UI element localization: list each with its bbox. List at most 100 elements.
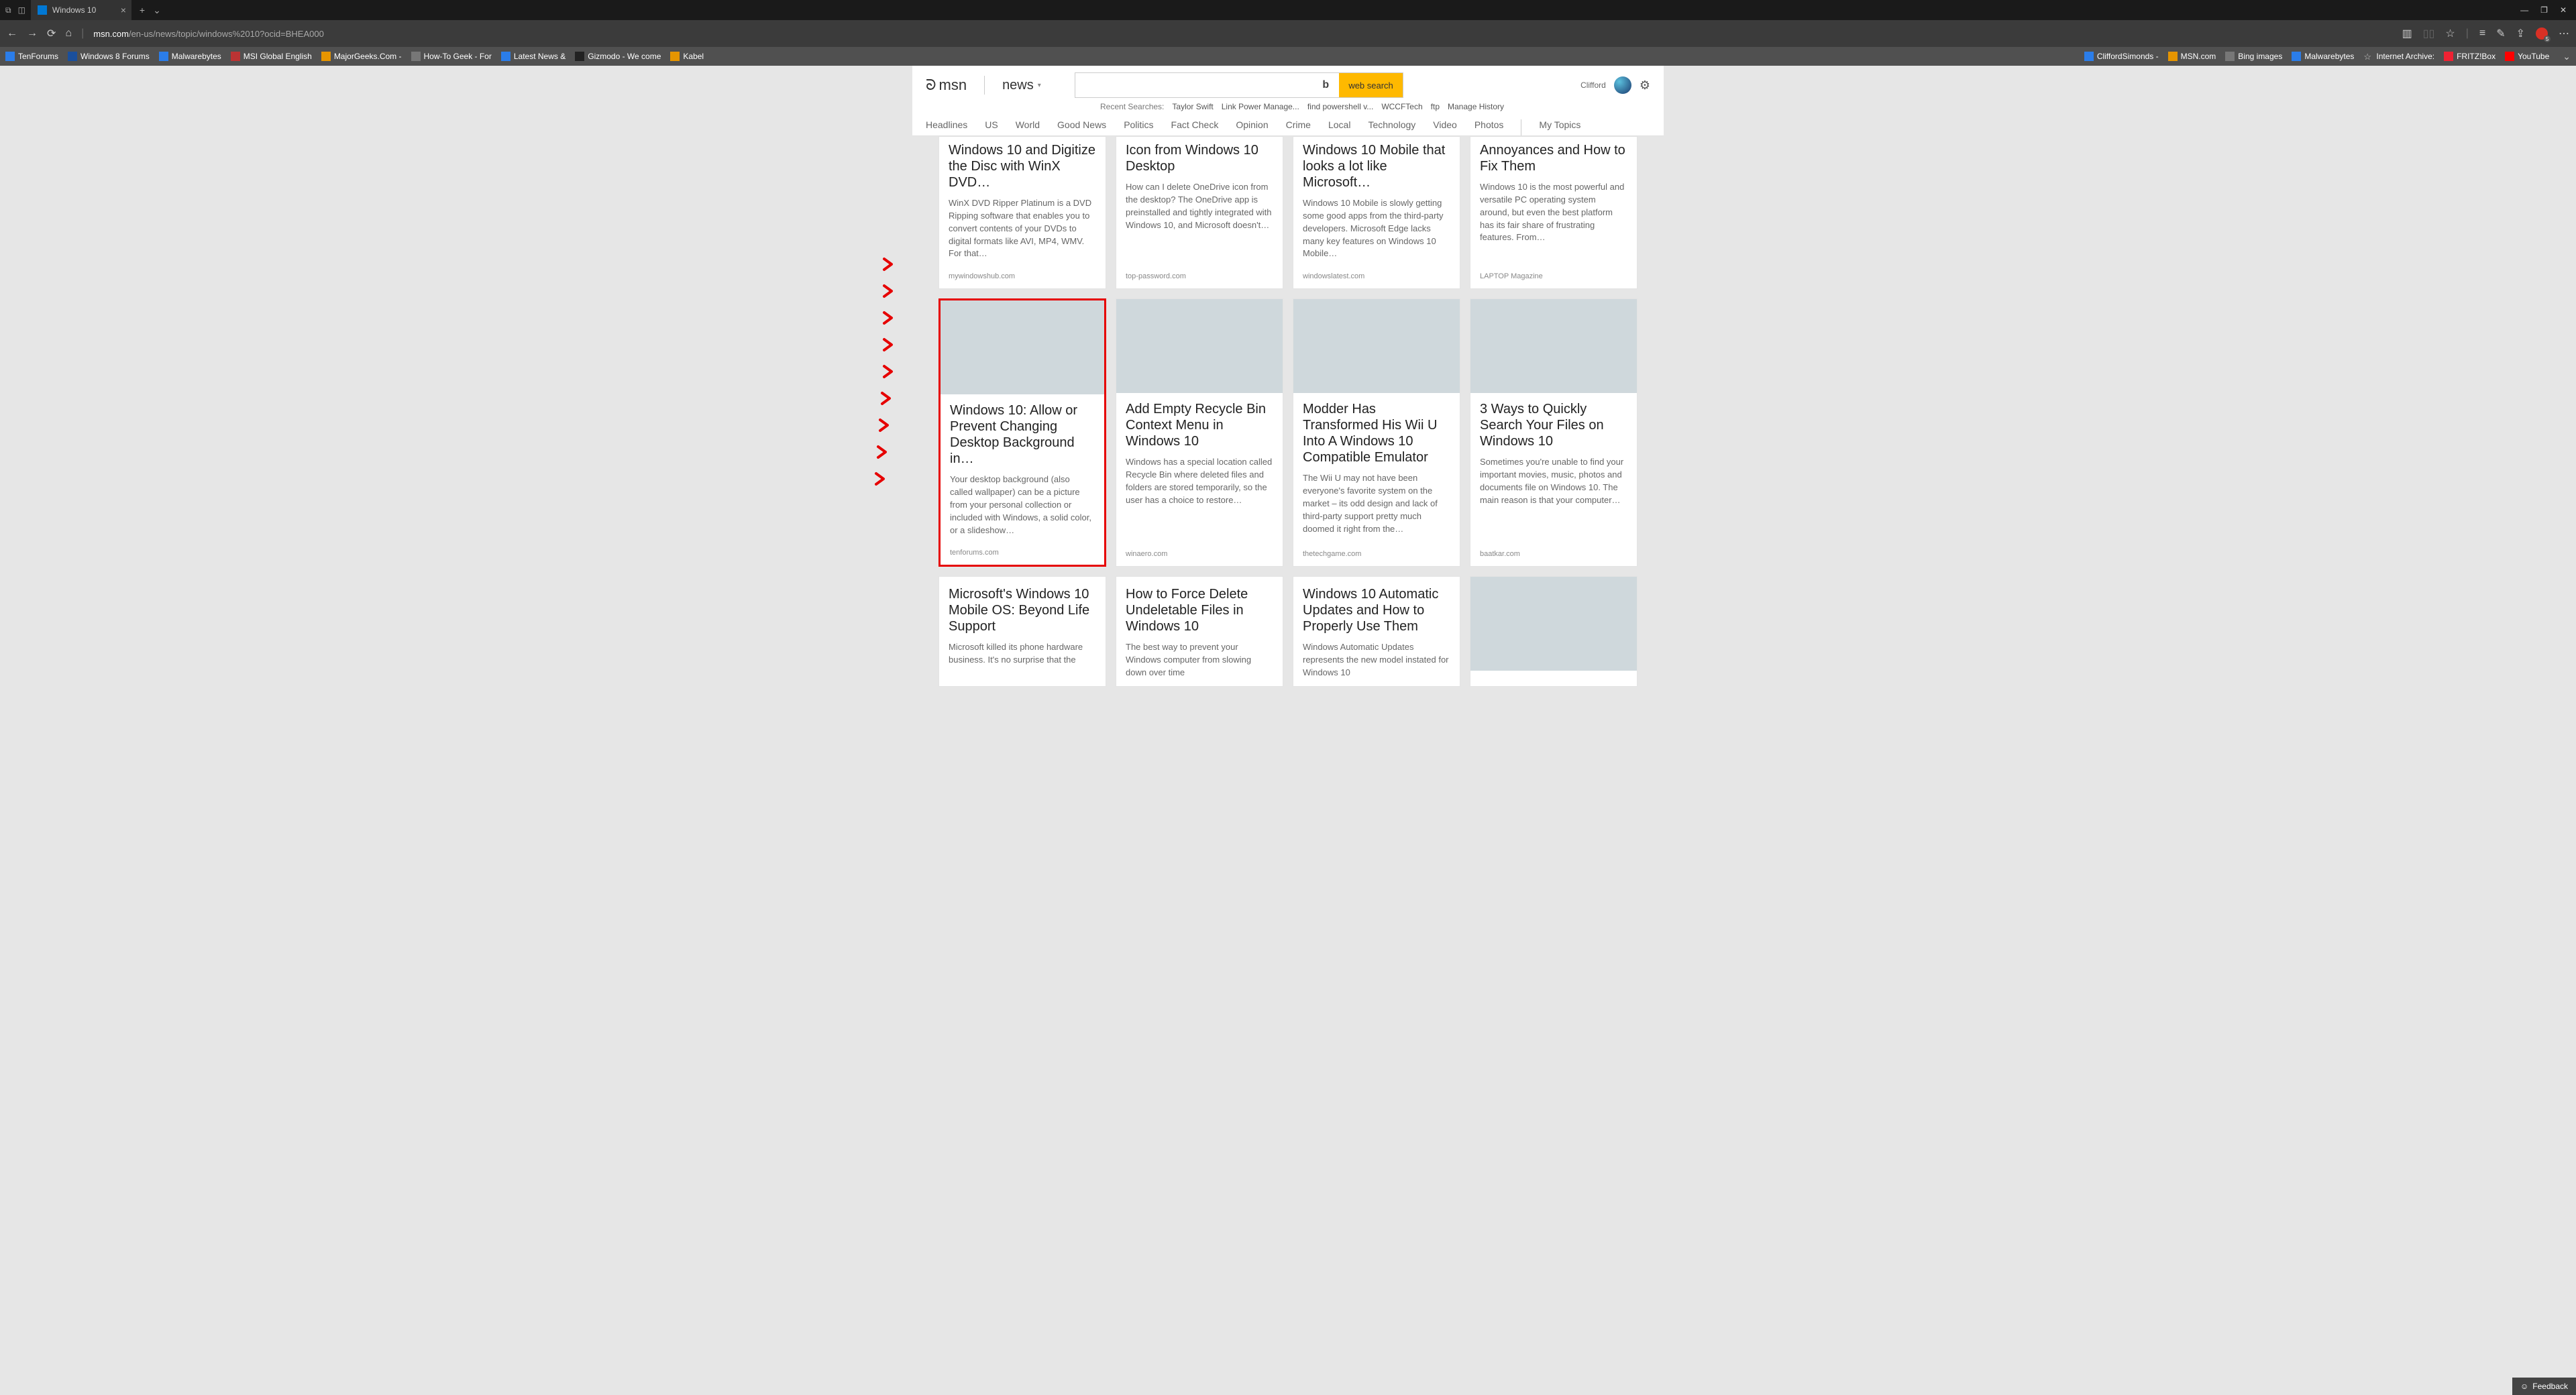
- recent-search-link[interactable]: Manage History: [1448, 102, 1504, 111]
- article-card[interactable]: Microsoft's Windows 10 Mobile OS: Beyond…: [938, 576, 1106, 687]
- tabs-preview-icon[interactable]: ◫: [18, 5, 25, 15]
- nav-item[interactable]: Video: [1433, 119, 1457, 135]
- article-card[interactable]: [1470, 576, 1638, 687]
- close-window-icon[interactable]: ✕: [2560, 5, 2567, 15]
- user-area: Clifford ⚙: [1580, 76, 1650, 94]
- favorite-item[interactable]: Windows 8 Forums: [68, 52, 150, 61]
- nav-item[interactable]: Crime: [1286, 119, 1311, 135]
- msn-header: ᘐ msn news ▾ b web search Clifford ⚙: [912, 66, 1664, 136]
- bing-search-icon[interactable]: b: [1312, 73, 1339, 97]
- nav-my-topics[interactable]: My Topics: [1539, 119, 1580, 135]
- nav-item[interactable]: World: [1016, 119, 1040, 135]
- favorite-item[interactable]: MajorGeeks.Com -: [321, 52, 402, 61]
- chevron-right-icon: [873, 471, 888, 486]
- maximize-icon[interactable]: ❐: [2540, 5, 2548, 15]
- favorite-item[interactable]: Kabel: [670, 52, 704, 61]
- favorite-label: FRITZ!Box: [2457, 52, 2496, 61]
- tab-close-icon[interactable]: ×: [121, 5, 126, 15]
- article-card[interactable]: Windows 10 Automatic Updates and How to …: [1293, 576, 1460, 687]
- web-search-button[interactable]: web search: [1339, 73, 1402, 97]
- favorite-label: Malwarebytes: [2304, 52, 2354, 61]
- nav-item[interactable]: Good News: [1057, 119, 1106, 135]
- favorite-favicon: [670, 52, 680, 61]
- article-card[interactable]: Add Empty Recycle Bin Context Menu in Wi…: [1116, 298, 1283, 567]
- page-viewport: ᘐ msn news ▾ b web search Clifford ⚙: [0, 66, 2576, 696]
- card-desc: Your desktop background (also called wal…: [950, 473, 1095, 537]
- card-title: 3 Ways to Quickly Search Your Files on W…: [1480, 401, 1627, 449]
- favorite-item[interactable]: FRITZ!Box: [2444, 52, 2496, 61]
- tab-favicon: [38, 5, 47, 15]
- browser-toolbar: ← → ⟳ ⌂ | msn.com/en-us/news/topic/windo…: [0, 20, 2576, 47]
- nav-item[interactable]: Technology: [1368, 119, 1415, 135]
- article-card[interactable]: How to Force Delete Undeletable Files in…: [1116, 576, 1283, 687]
- minimize-icon[interactable]: —: [2520, 5, 2528, 15]
- reading-view-icon[interactable]: ▯▯: [2423, 27, 2435, 40]
- nav-item[interactable]: Opinion: [1236, 119, 1268, 135]
- recent-search-link[interactable]: ftp: [1431, 102, 1440, 111]
- favorite-label: How-To Geek - For: [424, 52, 492, 61]
- recent-search-link[interactable]: find powershell v...: [1307, 102, 1374, 111]
- chevron-right-icon: [881, 257, 896, 272]
- favorites-overflow-icon[interactable]: ⌄: [2563, 51, 2571, 62]
- nav-item[interactable]: Politics: [1124, 119, 1153, 135]
- tracking-prevention-icon[interactable]: ▥: [2402, 27, 2412, 40]
- browser-tab-active[interactable]: Windows 10 ×: [31, 0, 131, 20]
- favorite-item[interactable]: Latest News &: [501, 52, 566, 61]
- article-card[interactable]: Icon from Windows 10 DesktopHow can I de…: [1116, 136, 1283, 289]
- nav-item[interactable]: Photos: [1474, 119, 1504, 135]
- article-card[interactable]: Annoyances and How to Fix ThemWindows 10…: [1470, 136, 1638, 289]
- address-bar[interactable]: msn.com/en-us/news/topic/windows%2010?oc…: [93, 29, 324, 39]
- favorite-item[interactable]: CliffordSimonds -: [2084, 52, 2159, 61]
- section-label: news: [1002, 78, 1034, 93]
- favorite-item[interactable]: MSN.com: [2168, 52, 2216, 61]
- user-name[interactable]: Clifford: [1580, 80, 1606, 90]
- forward-icon[interactable]: →: [27, 27, 38, 40]
- favorite-item[interactable]: ☆Internet Archive:: [2363, 52, 2434, 61]
- notes-icon[interactable]: ✎: [2496, 27, 2505, 40]
- recent-search-link[interactable]: Link Power Manage...: [1222, 102, 1299, 111]
- favorite-item[interactable]: How-To Geek - For: [411, 52, 492, 61]
- tabs-aside-icon[interactable]: ⧉: [5, 5, 11, 15]
- profile-icon[interactable]: [2536, 27, 2548, 40]
- divider: [984, 76, 985, 95]
- home-icon[interactable]: ⌂: [65, 27, 72, 40]
- back-icon[interactable]: ←: [7, 27, 17, 40]
- hub-icon[interactable]: ≡: [2479, 27, 2485, 40]
- user-avatar[interactable]: [1614, 76, 1631, 94]
- favorite-item[interactable]: YouTube: [2505, 52, 2549, 61]
- card-title: Windows 10 Mobile that looks a lot like …: [1303, 142, 1450, 190]
- favorite-label: Kabel: [683, 52, 704, 61]
- nav-item[interactable]: Headlines: [926, 119, 967, 135]
- nav-item[interactable]: Local: [1328, 119, 1350, 135]
- nav-item[interactable]: US: [985, 119, 998, 135]
- msn-logo[interactable]: ᘐ msn: [926, 76, 967, 94]
- feedback-button[interactable]: ☺ Feedback: [2512, 1378, 2576, 1395]
- nav-item[interactable]: Fact Check: [1171, 119, 1219, 135]
- article-card[interactable]: Windows 10 Mobile that looks a lot like …: [1293, 136, 1460, 289]
- section-dropdown[interactable]: news ▾: [1002, 78, 1041, 93]
- new-tab-icon[interactable]: +: [140, 5, 145, 16]
- share-icon[interactable]: ⇪: [2516, 27, 2525, 40]
- article-card[interactable]: 3 Ways to Quickly Search Your Files on W…: [1470, 298, 1638, 567]
- favorite-item[interactable]: Malwarebytes: [159, 52, 221, 61]
- card-desc: Windows Automatic Updates represents the…: [1303, 641, 1450, 679]
- favorite-item[interactable]: Malwarebytes: [2292, 52, 2354, 61]
- favorite-star-icon[interactable]: ☆: [2445, 27, 2455, 40]
- article-card[interactable]: Windows 10 and Digitize the Disc with Wi…: [938, 136, 1106, 289]
- tabs-chevron-icon[interactable]: ⌄: [153, 5, 161, 16]
- article-card-highlighted[interactable]: Windows 10: Allow or Prevent Changing De…: [938, 298, 1106, 567]
- settings-gear-icon[interactable]: ⚙: [1640, 78, 1650, 93]
- favorite-item[interactable]: Bing images: [2225, 52, 2282, 61]
- recent-search-link[interactable]: Taylor Swift: [1172, 102, 1213, 111]
- favorite-item[interactable]: Gizmodo - We come: [575, 52, 661, 61]
- search-input[interactable]: [1075, 73, 1313, 97]
- favorite-item[interactable]: TenForums: [5, 52, 58, 61]
- recent-search-link[interactable]: WCCFTech: [1381, 102, 1422, 111]
- article-card[interactable]: Modder Has Transformed His Wii U Into A …: [1293, 298, 1460, 567]
- card-title: Windows 10 Automatic Updates and How to …: [1303, 586, 1450, 634]
- refresh-icon[interactable]: ⟳: [47, 27, 56, 40]
- feedback-label: Feedback: [2532, 1382, 2568, 1391]
- window-controls: — ❐ ✕: [2520, 5, 2576, 15]
- more-icon[interactable]: ⋯: [2559, 27, 2569, 40]
- favorite-item[interactable]: MSI Global English: [231, 52, 312, 61]
